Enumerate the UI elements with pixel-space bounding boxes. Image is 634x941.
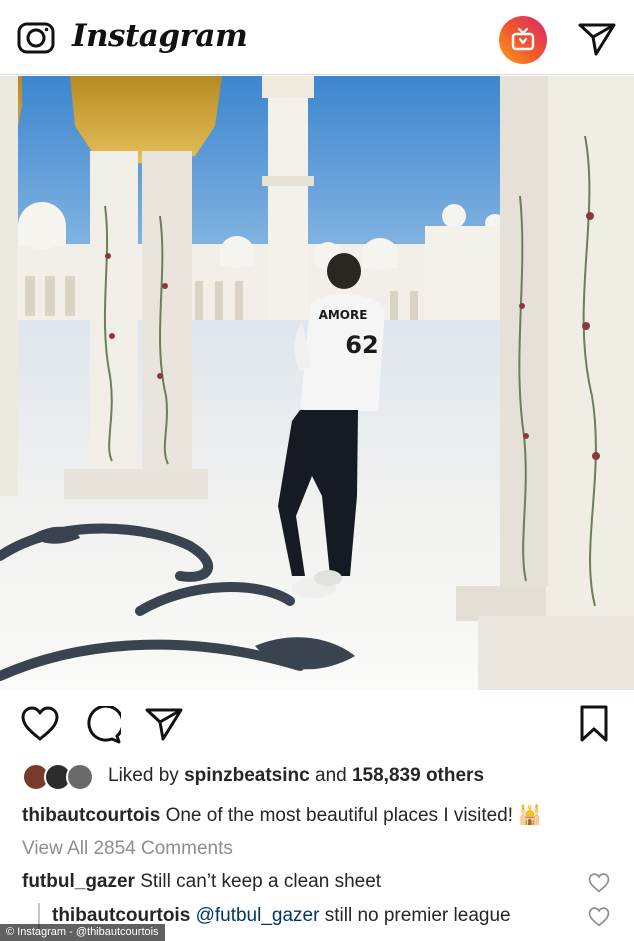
comment-username[interactable]: futbul_gazer <box>22 871 135 892</box>
view-all-comments-link[interactable]: View All 2854 Comments <box>22 838 233 860</box>
likes-prefix: Liked by <box>108 765 179 786</box>
liker-username[interactable]: spinzbeatsinc <box>184 765 310 786</box>
heart-icon[interactable] <box>21 706 59 747</box>
likes-summary[interactable]: Liked by spinzbeatsinc and 158,839 other… <box>108 765 484 787</box>
camera-icon[interactable] <box>17 19 55 60</box>
likes-count[interactable]: 158,839 others <box>352 765 484 786</box>
direct-send-icon[interactable] <box>578 22 616 61</box>
shirt-number: 62 <box>345 331 378 359</box>
instagram-logo: Instagram <box>72 18 248 54</box>
image-credit-watermark: © Instagram - @thibautcourtois <box>0 924 165 941</box>
avatar <box>66 763 94 791</box>
likes-row: Liked by spinzbeatsinc and 158,839 other… <box>22 763 622 793</box>
comment-text: still no premier league <box>324 905 511 926</box>
top-nav-bar: Instagram <box>0 0 634 75</box>
caption-username[interactable]: thibautcourtois <box>22 805 160 826</box>
share-icon[interactable] <box>145 706 183 747</box>
comment-like-heart-icon[interactable] <box>588 907 610 932</box>
post-caption: thibautcourtois One of the most beautifu… <box>22 803 542 827</box>
comment-icon[interactable] <box>83 704 125 749</box>
post-photo[interactable]: AMORE 62 <box>0 76 634 690</box>
post-actions <box>0 700 634 750</box>
igtv-icon[interactable] <box>499 16 547 64</box>
comment-username[interactable]: thibautcourtois <box>52 905 190 926</box>
liker-avatars[interactable] <box>22 763 102 793</box>
caption-text: One of the most beautiful places I visit… <box>165 805 514 826</box>
bookmark-icon[interactable] <box>579 705 609 748</box>
comment-mention[interactable]: @futbul_gazer <box>196 905 320 926</box>
comment-item: futbul_gazer Still can’t keep a clean sh… <box>22 871 381 893</box>
likes-and: and <box>315 765 347 786</box>
shirt-name: AMORE <box>319 308 368 322</box>
comment-text: Still can’t keep a clean sheet <box>140 871 382 892</box>
mosque-emoji: 🕌 <box>518 805 542 826</box>
comment-like-heart-icon[interactable] <box>588 873 610 898</box>
